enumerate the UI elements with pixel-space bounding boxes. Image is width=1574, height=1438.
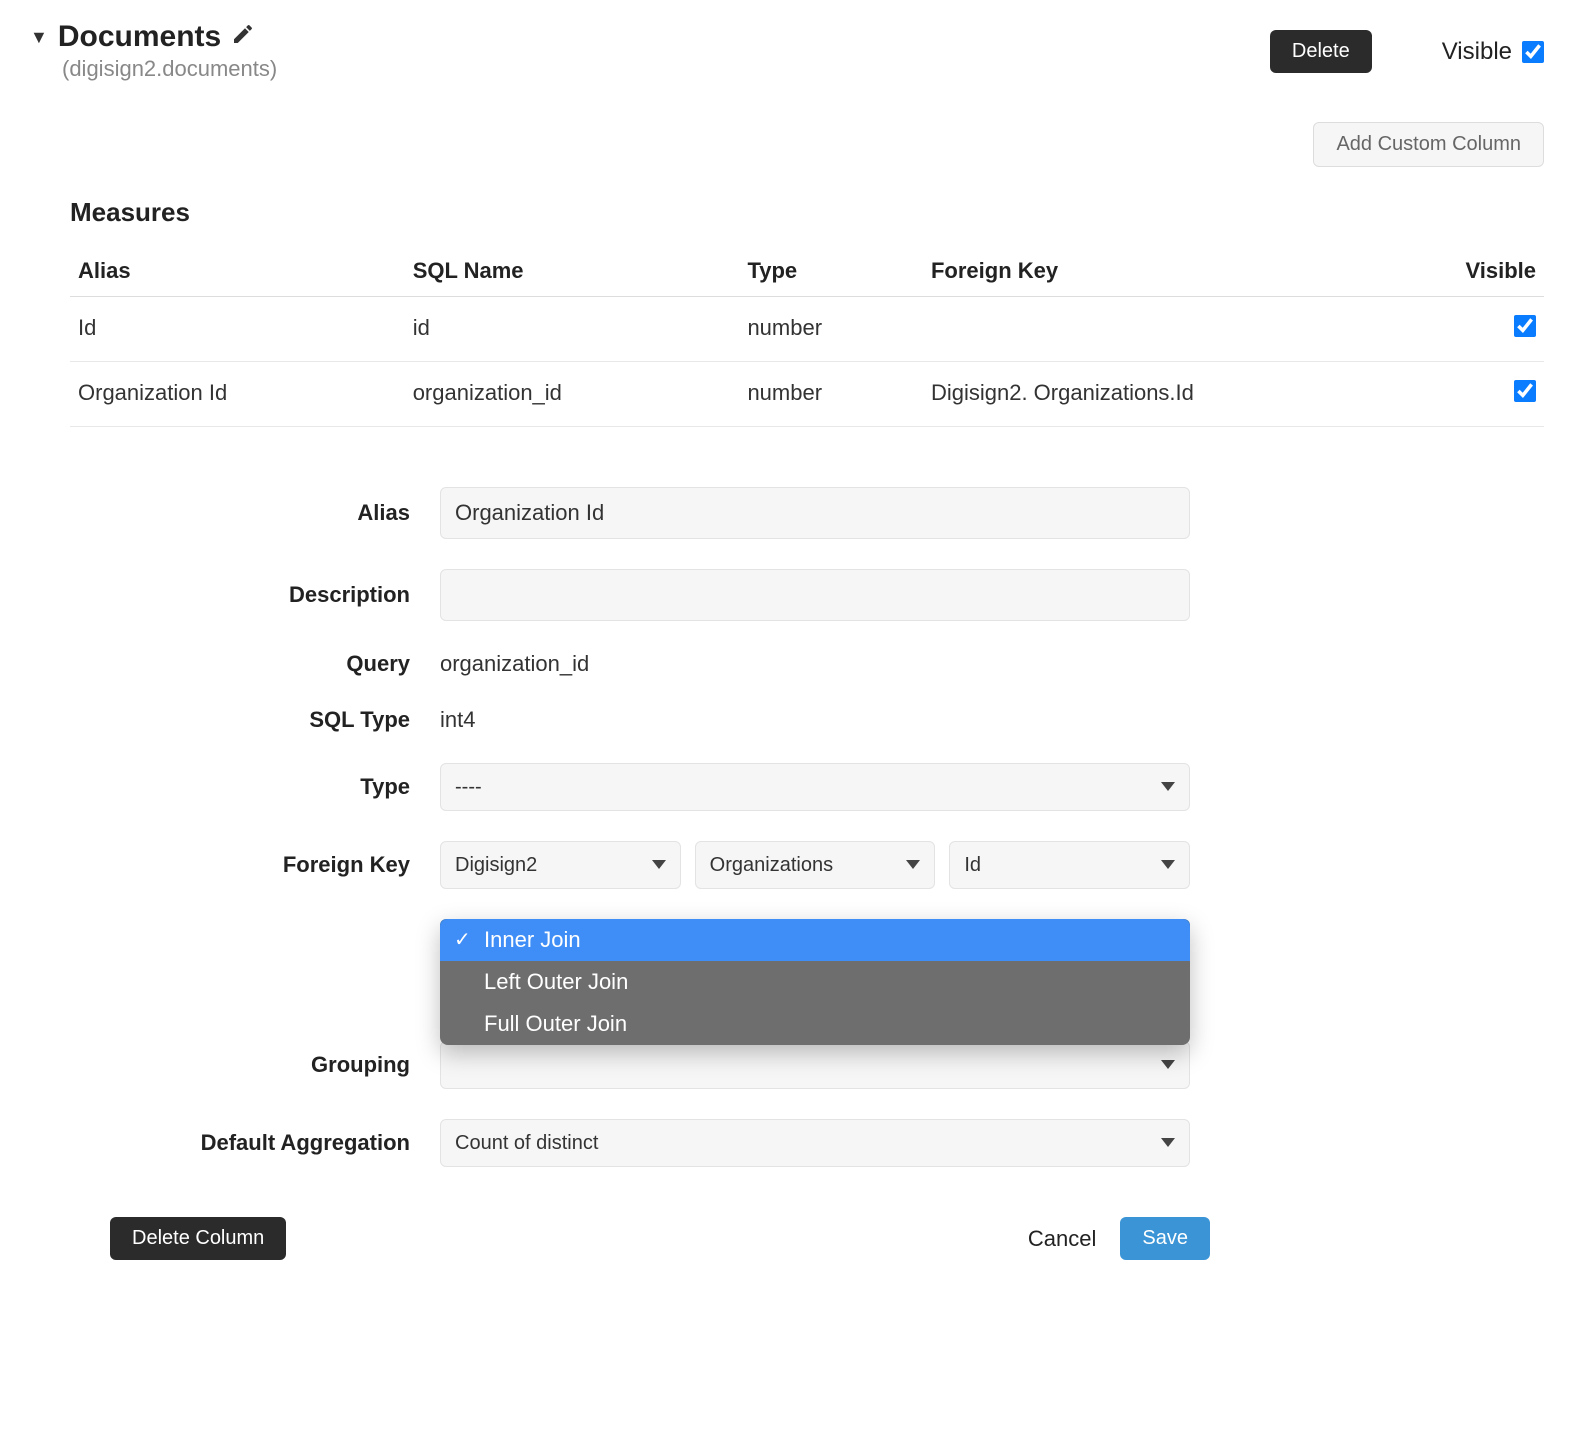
- visible-checkbox[interactable]: [1522, 41, 1544, 63]
- collapse-caret-icon[interactable]: ▼: [30, 28, 48, 46]
- delete-column-button[interactable]: Delete Column: [110, 1217, 286, 1260]
- measures-heading: Measures: [70, 197, 1544, 228]
- alias-label: Alias: [130, 500, 440, 526]
- cell-sql-name: id: [405, 297, 740, 362]
- fk-schema-select[interactable]: Digisign2: [440, 841, 681, 889]
- col-type: Type: [739, 246, 923, 297]
- measures-table: Alias SQL Name Type Foreign Key Visible …: [70, 246, 1544, 427]
- description-input[interactable]: [440, 569, 1190, 621]
- cell-fk: [923, 297, 1369, 362]
- row-visible-checkbox[interactable]: [1514, 315, 1536, 337]
- description-label: Description: [130, 582, 440, 608]
- sql-type-value: int4: [440, 707, 1190, 733]
- fk-table-select[interactable]: Organizations: [695, 841, 936, 889]
- cell-fk: Digisign2. Organizations.Id: [923, 362, 1369, 427]
- add-custom-column-button[interactable]: Add Custom Column: [1313, 122, 1544, 167]
- cell-type: number: [739, 362, 923, 427]
- page-subtitle: (digisign2.documents): [62, 56, 277, 82]
- alias-input[interactable]: [440, 487, 1190, 539]
- row-visible-checkbox[interactable]: [1514, 380, 1536, 402]
- query-label: Query: [130, 651, 440, 677]
- type-select[interactable]: ----: [440, 763, 1190, 811]
- grouping-label: Grouping: [130, 1052, 440, 1078]
- table-row[interactable]: Id id number: [70, 297, 1544, 362]
- sql-type-label: SQL Type: [130, 707, 440, 733]
- query-value: organization_id: [440, 651, 1190, 677]
- visible-label: Visible: [1442, 38, 1512, 66]
- edit-icon[interactable]: [231, 22, 255, 52]
- col-sql-name: SQL Name: [405, 246, 740, 297]
- cell-type: number: [739, 297, 923, 362]
- col-alias: Alias: [70, 246, 405, 297]
- default-agg-select[interactable]: Count of distinct: [440, 1119, 1190, 1167]
- save-button[interactable]: Save: [1120, 1217, 1210, 1260]
- cell-sql-name: organization_id: [405, 362, 740, 427]
- table-row[interactable]: Organization Id organization_id number D…: [70, 362, 1544, 427]
- col-foreign-key: Foreign Key: [923, 246, 1369, 297]
- cell-alias: Organization Id: [70, 362, 405, 427]
- cell-alias: Id: [70, 297, 405, 362]
- grouping-select[interactable]: [440, 1041, 1190, 1089]
- join-option-left-outer[interactable]: Left Outer Join: [440, 961, 1190, 1003]
- default-agg-label: Default Aggregation: [130, 1130, 440, 1156]
- join-type-dropdown: Inner Join Left Outer Join Full Outer Jo…: [440, 919, 1190, 1045]
- fk-column-select[interactable]: Id: [949, 841, 1190, 889]
- page-title: Documents: [58, 20, 221, 54]
- type-label: Type: [130, 774, 440, 800]
- col-visible: Visible: [1369, 246, 1544, 297]
- delete-button[interactable]: Delete: [1270, 30, 1372, 73]
- join-option-full-outer[interactable]: Full Outer Join: [440, 1003, 1190, 1045]
- fk-label: Foreign Key: [130, 852, 440, 878]
- cancel-button[interactable]: Cancel: [1028, 1226, 1096, 1252]
- join-option-inner[interactable]: Inner Join: [440, 919, 1190, 961]
